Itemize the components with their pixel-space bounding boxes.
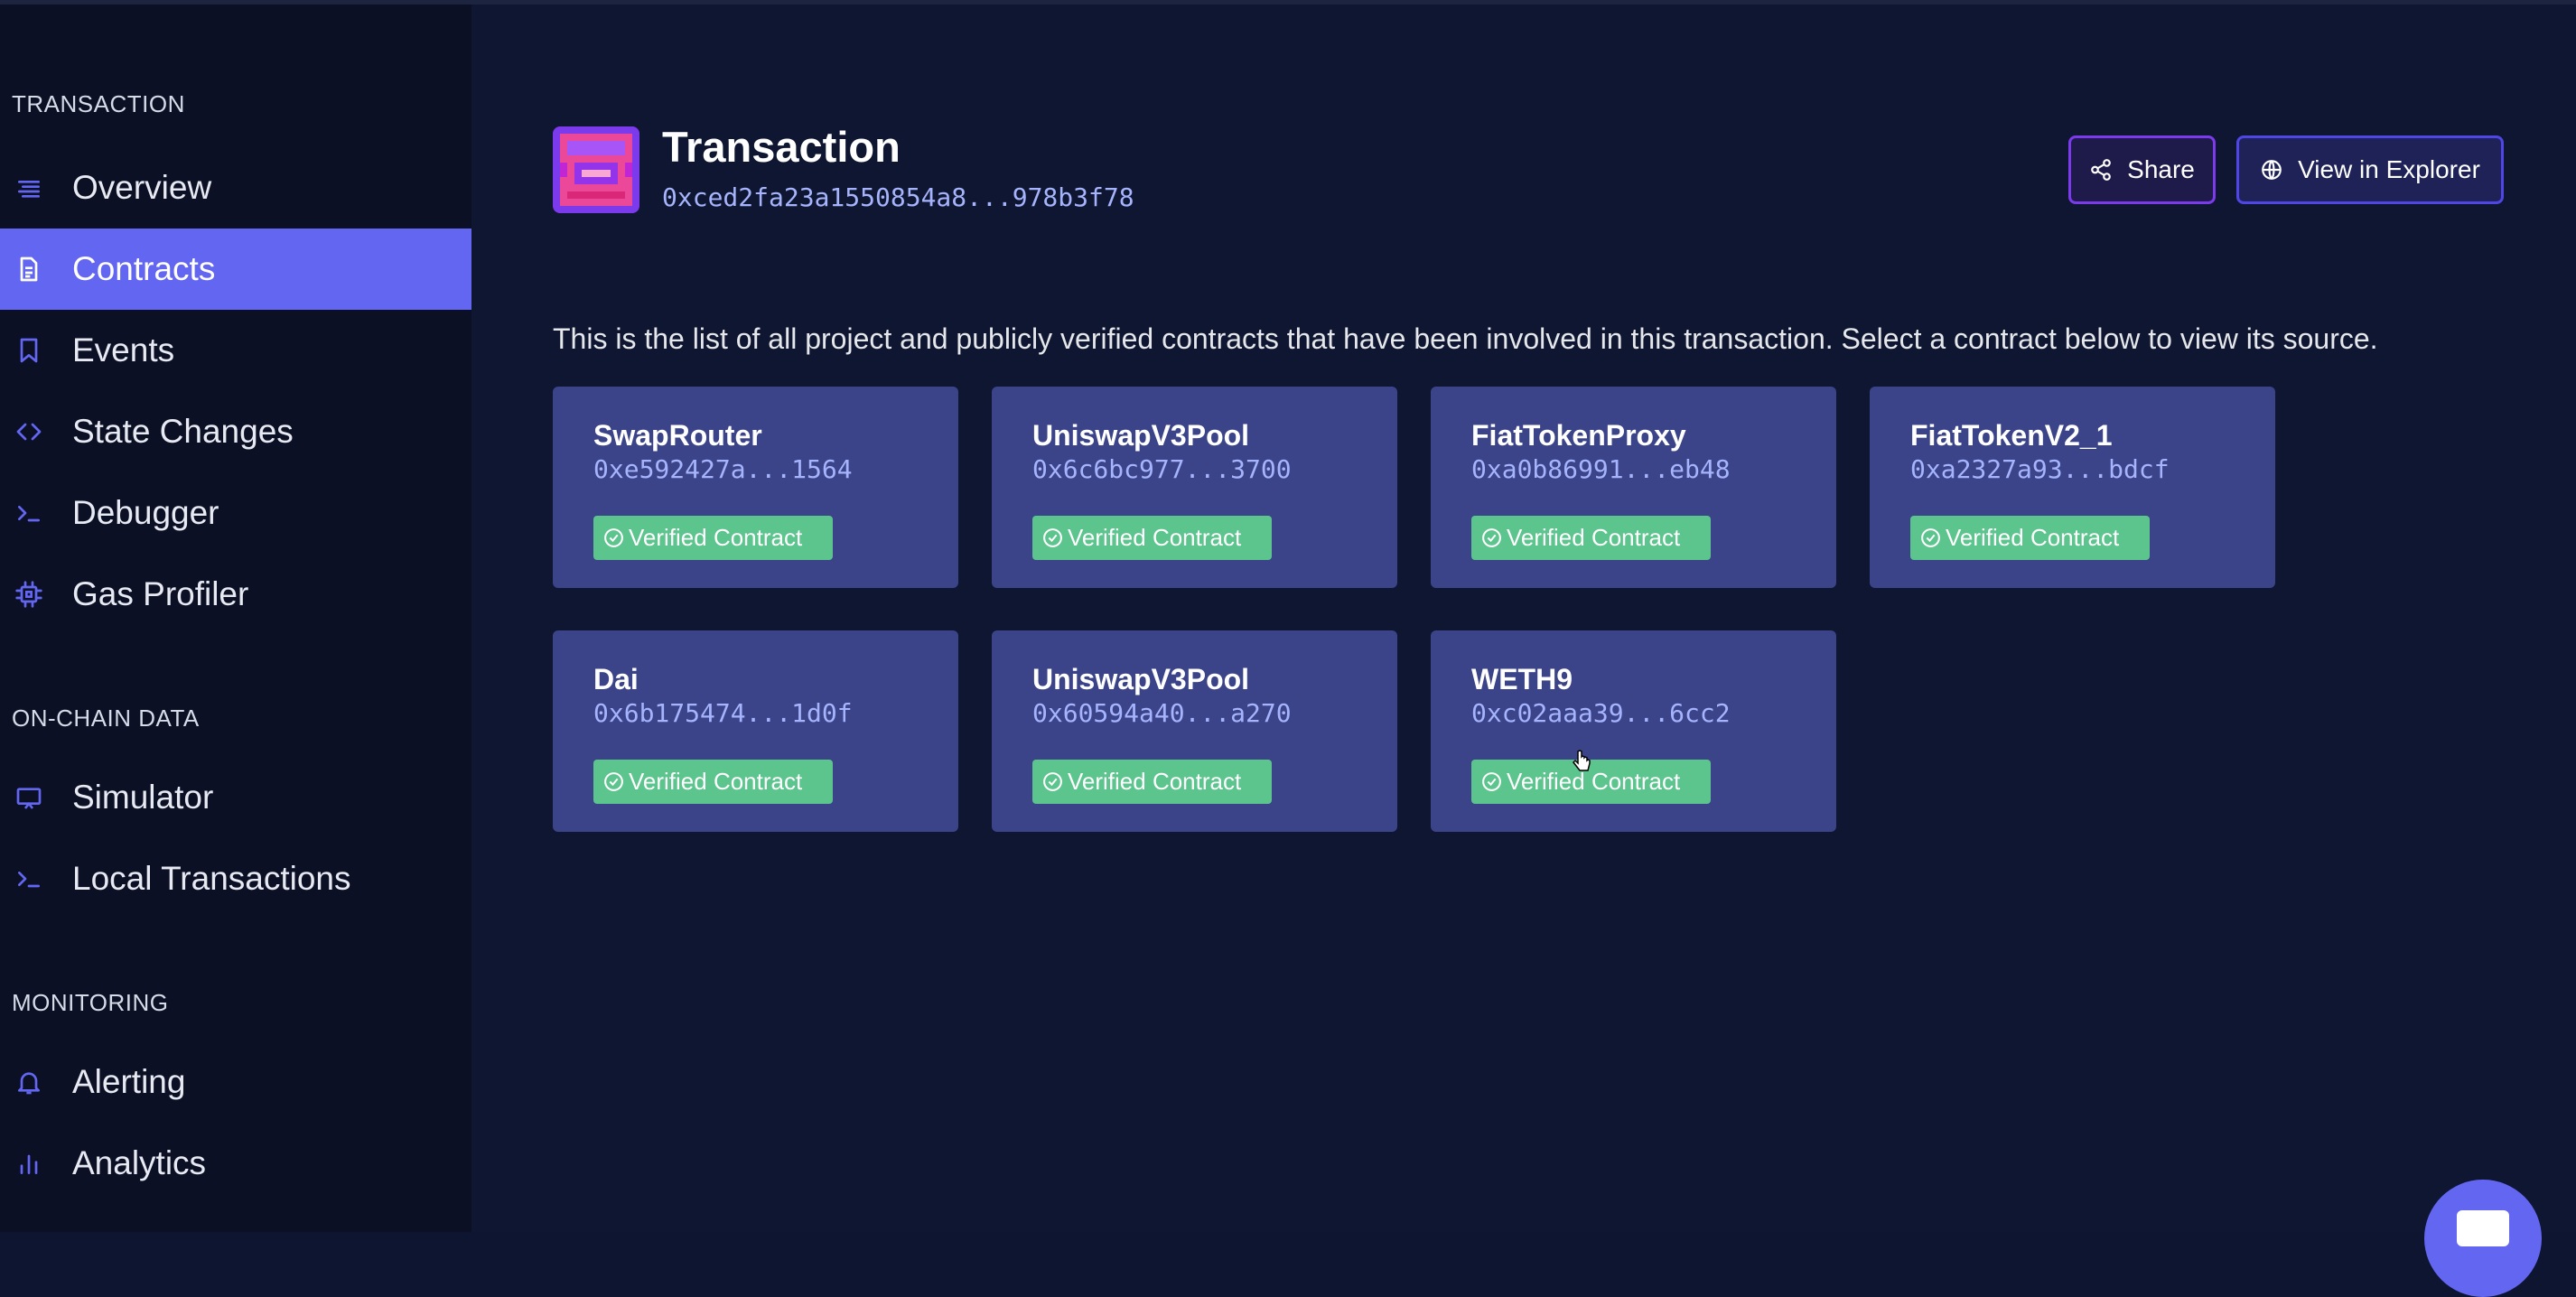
sidebar-item-events[interactable]: Events — [0, 310, 471, 391]
verified-badge-label: Verified Contract — [1946, 524, 2120, 551]
sidebar-item-label: Simulator — [72, 779, 214, 816]
section-title-transaction: TRANSACTION — [12, 90, 185, 117]
share-button[interactable]: Share — [2068, 135, 2216, 204]
contract-card-swaprouter[interactable]: SwapRouter 0xe592427a...1564 Verified Co… — [553, 387, 958, 588]
sidebar-item-debugger[interactable]: Debugger — [0, 472, 471, 554]
sidebar: TRANSACTION Overview Contracts Events St… — [0, 5, 471, 1232]
check-circle-icon — [1482, 528, 1501, 547]
contracts-description: This is the list of all project and publ… — [553, 322, 2378, 355]
section-title-monitoring: MONITORING — [12, 989, 169, 1016]
bar-chart-icon — [13, 1147, 45, 1180]
transaction-avatar — [553, 126, 639, 213]
globe-icon — [2262, 160, 2282, 180]
contract-name: WETH9 — [1471, 663, 1573, 695]
view-in-explorer-button[interactable]: View in Explorer — [2236, 135, 2504, 204]
sidebar-item-label: Local Transactions — [72, 860, 351, 897]
contract-address: 0x60594a40...a270 — [1032, 698, 1292, 728]
contract-name: Dai — [593, 663, 639, 695]
view-in-explorer-label: View in Explorer — [2298, 155, 2480, 183]
check-circle-icon — [1482, 772, 1501, 791]
contract-name: UniswapV3Pool — [1032, 663, 1250, 695]
contract-card-uniswapv3pool-2[interactable]: UniswapV3Pool 0x60594a40...a270 Verified… — [992, 630, 1397, 832]
sidebar-item-overview[interactable]: Overview — [0, 147, 471, 229]
sidebar-item-label: Gas Profiler — [72, 575, 249, 612]
terminal-icon — [13, 497, 45, 529]
contract-address: 0x6b175474...1d0f — [593, 698, 853, 728]
page-title: Transaction — [662, 123, 901, 171]
verified-badge-label: Verified Contract — [1068, 524, 1242, 551]
check-circle-icon — [1043, 772, 1062, 791]
contract-address: 0xa2327a93...bdcf — [1910, 454, 2170, 484]
contract-name: SwapRouter — [593, 419, 762, 452]
section-title-on-chain-data: ON-CHAIN DATA — [12, 704, 200, 732]
verified-badge-label: Verified Contract — [1068, 768, 1242, 795]
contract-address: 0xa0b86991...eb48 — [1471, 454, 1731, 484]
document-icon — [13, 253, 45, 285]
share-button-label: Share — [2127, 155, 2195, 183]
terminal-icon — [13, 863, 45, 895]
sidebar-item-label: Debugger — [72, 494, 219, 531]
verified-badge: Verified Contract — [1032, 760, 1272, 804]
contract-card-fiattokenv2-1[interactable]: FiatTokenV2_1 0xa2327a93...bdcf Verified… — [1870, 387, 2275, 588]
chat-icon — [2457, 1210, 2509, 1246]
sidebar-item-label: Alerting — [72, 1063, 186, 1100]
sidebar-item-label: Events — [72, 331, 175, 369]
contract-name: FiatTokenV2_1 — [1910, 419, 2113, 452]
contract-card-weth9[interactable]: WETH9 0xc02aaa39...6cc2 Verified Contrac… — [1431, 630, 1836, 832]
monitor-icon — [13, 781, 45, 814]
sidebar-item-label: Analytics — [72, 1144, 207, 1181]
code-icon — [13, 415, 45, 448]
contract-card-fiattokenproxy[interactable]: FiatTokenProxy 0xa0b86991...eb48 Verifie… — [1431, 387, 1836, 588]
sidebar-item-gas-profiler[interactable]: Gas Profiler — [0, 554, 471, 635]
chat-support-button[interactable] — [2424, 1180, 2542, 1297]
contract-address: 0xe592427a...1564 — [593, 454, 853, 484]
sidebar-item-state-changes[interactable]: State Changes — [0, 391, 471, 472]
sidebar-item-label: State Changes — [72, 413, 294, 450]
bookmark-icon — [13, 334, 45, 367]
check-circle-icon — [604, 772, 623, 791]
transaction-hash[interactable]: 0xced2fa23a1550854a8...978b3f78 — [662, 182, 1134, 212]
sidebar-item-label: Overview — [72, 169, 212, 206]
verified-badge-label: Verified Contract — [629, 768, 803, 795]
verified-badge-label: Verified Contract — [629, 524, 803, 551]
contract-name: UniswapV3Pool — [1032, 419, 1250, 452]
share-icon — [2091, 159, 2111, 181]
check-circle-icon — [1921, 528, 1940, 547]
chip-icon — [13, 578, 45, 611]
sidebar-item-label: Contracts — [72, 250, 216, 287]
bell-icon — [13, 1066, 45, 1098]
verified-badge: Verified Contract — [1471, 516, 1711, 560]
check-circle-icon — [1043, 528, 1062, 547]
hand-cursor-icon — [1573, 750, 1591, 771]
verified-badge-label: Verified Contract — [1507, 524, 1681, 551]
list-icon — [13, 172, 45, 204]
sidebar-item-contracts[interactable]: Contracts — [0, 229, 471, 310]
contract-card-uniswapv3pool[interactable]: UniswapV3Pool 0x6c6bc977...3700 Verified… — [992, 387, 1397, 588]
verified-badge-label: Verified Contract — [1507, 768, 1681, 795]
contract-card-dai[interactable]: Dai 0x6b175474...1d0f Verified Contract — [553, 630, 958, 832]
contract-address: 0x6c6bc977...3700 — [1032, 454, 1292, 484]
verified-badge: Verified Contract — [1032, 516, 1272, 560]
contract-name: FiatTokenProxy — [1471, 419, 1686, 452]
verified-badge: Verified Contract — [593, 516, 833, 560]
sidebar-item-local-transactions[interactable]: Local Transactions — [0, 838, 471, 919]
contract-address: 0xc02aaa39...6cc2 — [1471, 698, 1731, 728]
verified-badge: Verified Contract — [593, 760, 833, 804]
verified-badge: Verified Contract — [1910, 516, 2150, 560]
sidebar-item-analytics[interactable]: Analytics — [0, 1123, 471, 1204]
sidebar-item-simulator[interactable]: Simulator — [0, 757, 471, 838]
sidebar-item-alerting[interactable]: Alerting — [0, 1041, 471, 1123]
check-circle-icon — [604, 528, 623, 547]
